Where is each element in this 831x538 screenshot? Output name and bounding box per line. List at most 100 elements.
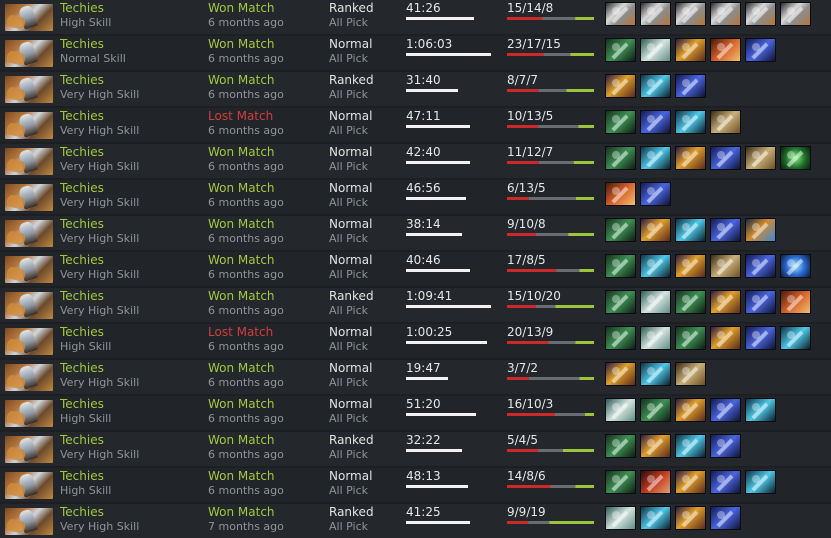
match-result[interactable]: Won Match <box>208 505 275 519</box>
blue-orb-item-icon[interactable] <box>675 110 706 134</box>
hero-name[interactable]: Techies <box>60 397 104 411</box>
blue-orb-item-icon[interactable] <box>675 218 706 242</box>
axe-item-icon[interactable] <box>640 2 671 26</box>
wind-swirl-item-icon[interactable] <box>640 326 671 350</box>
axe-item-icon[interactable] <box>605 2 636 26</box>
fire-staff-item-icon[interactable] <box>640 434 671 458</box>
hero-name[interactable]: Techies <box>60 109 104 123</box>
hero-name[interactable]: Techies <box>60 73 104 87</box>
fire-staff-item-icon[interactable] <box>675 146 706 170</box>
fire-staff-item-icon[interactable] <box>710 326 741 350</box>
hero-portrait-icon[interactable] <box>5 364 53 391</box>
match-result[interactable]: Won Match <box>208 73 275 87</box>
match-result[interactable]: Won Match <box>208 181 275 195</box>
match-result[interactable]: Won Match <box>208 397 275 411</box>
axe-item-icon[interactable] <box>675 2 706 26</box>
blue-scepter-item-icon[interactable] <box>710 218 741 242</box>
blue-orb-item-icon[interactable] <box>675 434 706 458</box>
match-row[interactable]: Techies Very High Skill Won Match 6 mont… <box>0 216 831 250</box>
hero-portrait-icon[interactable] <box>5 472 53 499</box>
hero-name[interactable]: Techies <box>60 145 104 159</box>
match-row[interactable]: Techies Very High Skill Won Match 6 mont… <box>0 252 831 286</box>
match-result[interactable]: Won Match <box>208 361 275 375</box>
fire-wing-item-icon[interactable] <box>605 182 636 206</box>
match-row[interactable]: Techies Very High Skill Won Match 6 mont… <box>0 144 831 178</box>
blue-scepter-item-icon[interactable] <box>710 434 741 458</box>
blue-swirl-item-icon[interactable] <box>780 254 811 278</box>
blue-scepter-item-icon[interactable] <box>710 506 741 530</box>
scroll-item-icon[interactable] <box>745 146 776 170</box>
match-result[interactable]: Won Match <box>208 469 275 483</box>
green-wand-item-icon[interactable] <box>605 434 636 458</box>
wind-swirl-item-icon[interactable] <box>605 398 636 422</box>
match-row[interactable]: Techies Very High Skill Won Match 6 mont… <box>0 180 831 214</box>
blue-scepter-item-icon[interactable] <box>745 38 776 62</box>
scroll-item-icon[interactable] <box>675 362 706 386</box>
fire-staff-item-icon[interactable] <box>675 506 706 530</box>
axe-item-icon[interactable] <box>745 2 776 26</box>
hero-portrait-icon[interactable] <box>5 112 53 139</box>
match-row[interactable]: Techies Very High Skill Won Match 7 mont… <box>0 504 831 538</box>
hero-portrait-icon[interactable] <box>5 184 53 211</box>
blue-orb-item-icon[interactable] <box>640 362 671 386</box>
green-wand-item-icon[interactable] <box>675 326 706 350</box>
blue-orb-item-icon[interactable] <box>640 146 671 170</box>
match-result[interactable]: Won Match <box>208 37 275 51</box>
green-wand-item-icon[interactable] <box>605 254 636 278</box>
match-row[interactable]: Techies Very High Skill Won Match 6 mont… <box>0 72 831 106</box>
green-wand-item-icon[interactable] <box>605 110 636 134</box>
green-wand-item-icon[interactable] <box>605 146 636 170</box>
hero-portrait-icon[interactable] <box>5 508 53 535</box>
blue-orb-item-icon[interactable] <box>780 326 811 350</box>
match-result[interactable]: Won Match <box>208 433 275 447</box>
hero-name[interactable]: Techies <box>60 325 104 339</box>
match-row[interactable]: Techies Very High Skill Lost Match 6 mon… <box>0 108 831 142</box>
hero-portrait-icon[interactable] <box>5 256 53 283</box>
hero-name[interactable]: Techies <box>60 217 104 231</box>
match-result[interactable]: Won Match <box>208 253 275 267</box>
match-row[interactable]: Techies High Skill Lost Match 6 months a… <box>0 324 831 358</box>
match-row[interactable]: Techies Very High Skill Won Match 6 mont… <box>0 432 831 466</box>
blue-orb-item-icon[interactable] <box>745 398 776 422</box>
hero-name[interactable]: Techies <box>60 253 104 267</box>
hero-name[interactable]: Techies <box>60 181 104 195</box>
blue-orb-item-icon[interactable] <box>745 470 776 494</box>
hero-portrait-icon[interactable] <box>5 292 53 319</box>
hero-portrait-icon[interactable] <box>5 220 53 247</box>
hero-portrait-icon[interactable] <box>5 4 53 31</box>
green-gem-item-icon[interactable] <box>780 146 811 170</box>
hero-name[interactable]: Techies <box>60 1 104 15</box>
fire-staff-item-icon[interactable] <box>605 74 636 98</box>
hero-name[interactable]: Techies <box>60 505 104 519</box>
match-row[interactable]: Techies High Skill Won Match 6 months ag… <box>0 396 831 430</box>
hero-name[interactable]: Techies <box>60 37 104 51</box>
green-wand-item-icon[interactable] <box>605 470 636 494</box>
hero-portrait-icon[interactable] <box>5 76 53 103</box>
match-result[interactable]: Lost Match <box>208 109 273 123</box>
hero-portrait-icon[interactable] <box>5 436 53 463</box>
fire-wing-item-icon[interactable] <box>710 38 741 62</box>
orb-staff-item-icon[interactable] <box>745 218 776 242</box>
match-result[interactable]: Lost Match <box>208 325 273 339</box>
wind-swirl-item-icon[interactable] <box>605 506 636 530</box>
blue-scepter-item-icon[interactable] <box>710 470 741 494</box>
blue-orb-item-icon[interactable] <box>640 74 671 98</box>
fire-staff-item-icon[interactable] <box>605 362 636 386</box>
hero-name[interactable]: Techies <box>60 361 104 375</box>
hero-portrait-icon[interactable] <box>5 40 53 67</box>
wind-swirl-item-icon[interactable] <box>640 38 671 62</box>
hero-name[interactable]: Techies <box>60 469 104 483</box>
match-row[interactable]: Techies Very High Skill Won Match 6 mont… <box>0 288 831 322</box>
match-row[interactable]: Techies High Skill Won Match 6 months ag… <box>0 468 831 502</box>
green-wand-item-icon[interactable] <box>640 398 671 422</box>
hero-name[interactable]: Techies <box>60 289 104 303</box>
wind-swirl-item-icon[interactable] <box>640 290 671 314</box>
fire-staff-item-icon[interactable] <box>675 254 706 278</box>
fire-wing-item-icon[interactable] <box>780 290 811 314</box>
red-dagger-item-icon[interactable] <box>640 470 671 494</box>
hero-name[interactable]: Techies <box>60 433 104 447</box>
scroll-item-icon[interactable] <box>710 110 741 134</box>
hero-portrait-icon[interactable] <box>5 148 53 175</box>
green-wand-item-icon[interactable] <box>605 290 636 314</box>
green-wand-item-icon[interactable] <box>675 290 706 314</box>
